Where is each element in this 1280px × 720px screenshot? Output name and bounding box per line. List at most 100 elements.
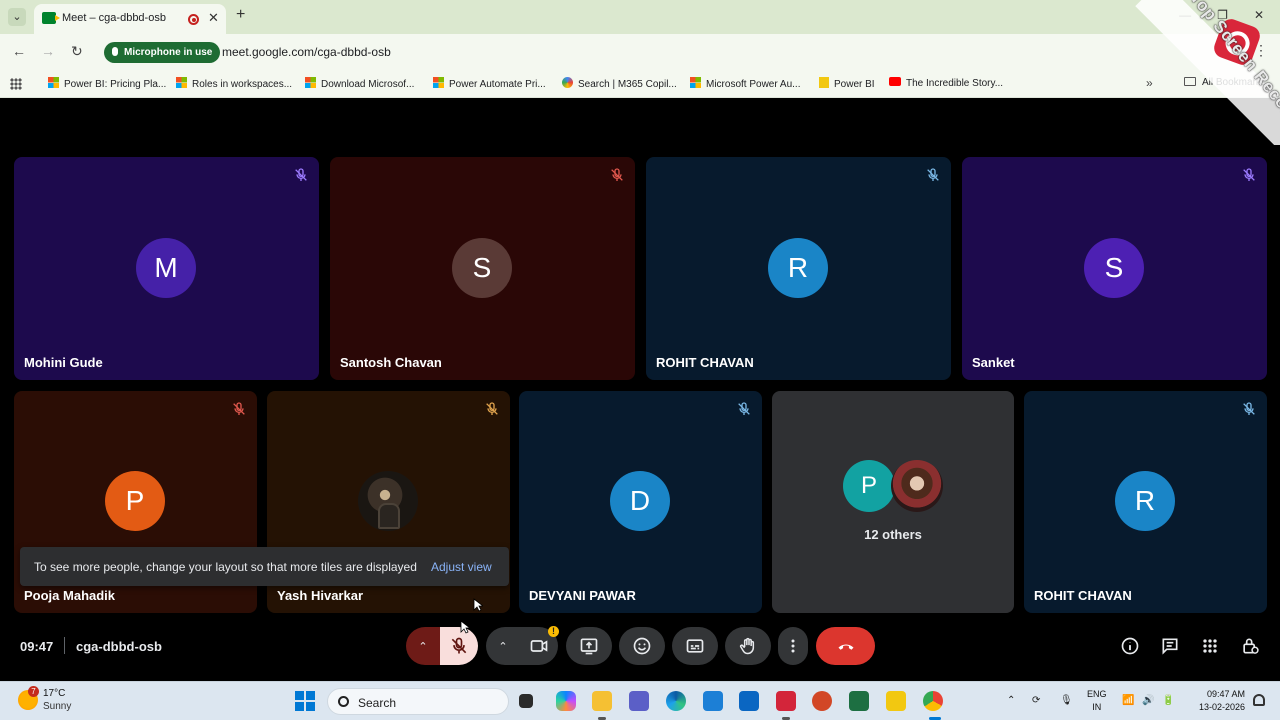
reload-icon[interactable]: ↻ bbox=[71, 43, 83, 60]
store-icon[interactable] bbox=[703, 691, 723, 711]
task-view-icon[interactable] bbox=[519, 694, 533, 708]
mic-muted-icon bbox=[609, 167, 625, 183]
window-controls: — ❐ ✕ bbox=[1179, 8, 1264, 22]
battery-icon[interactable]: 🔋 bbox=[1162, 695, 1174, 706]
file-explorer-icon[interactable] bbox=[592, 691, 612, 711]
adjust-view-button[interactable]: Adjust view bbox=[431, 560, 492, 574]
audio-options-caret-button[interactable]: ⌃ bbox=[406, 627, 440, 665]
windows-start-icon[interactable] bbox=[295, 691, 315, 711]
divider bbox=[64, 637, 65, 654]
reactions-button[interactable] bbox=[619, 627, 665, 665]
search-icon bbox=[338, 696, 349, 707]
chat-button[interactable] bbox=[1160, 636, 1180, 656]
new-tab-plus-icon[interactable]: + bbox=[236, 6, 245, 24]
bookmark-label: Power BI: Pricing Pla... bbox=[64, 79, 167, 90]
microsoft-icon bbox=[176, 77, 187, 88]
forward-arrow-icon[interactable]: → bbox=[41, 43, 55, 59]
leave-call-button[interactable] bbox=[816, 627, 875, 665]
participant-name: Sanket bbox=[972, 355, 1015, 370]
all-bookmarks[interactable]: All Bookmarks bbox=[1184, 77, 1266, 88]
volume-icon[interactable]: 🔊 bbox=[1142, 695, 1154, 706]
participant-name: Mohini Gude bbox=[24, 355, 103, 370]
participant-tile[interactable]: M Mohini Gude bbox=[14, 157, 319, 380]
weather-condition: Sunny bbox=[43, 701, 72, 712]
excel-icon[interactable] bbox=[849, 691, 869, 711]
teams-icon[interactable] bbox=[629, 691, 649, 711]
end-call-icon bbox=[838, 644, 853, 650]
tab-close-icon[interactable]: ✕ bbox=[208, 10, 219, 26]
meeting-details-button[interactable] bbox=[1120, 636, 1140, 656]
participant-tile[interactable]: S Santosh Chavan bbox=[330, 157, 635, 380]
microsoft-icon bbox=[48, 77, 59, 88]
more-bookmarks-chevron-icon[interactable]: » bbox=[1146, 76, 1153, 90]
raise-hand-button[interactable] bbox=[725, 627, 771, 665]
microphone-tray-icon[interactable]: 🎙 bbox=[1060, 695, 1073, 706]
apps-grid-icon bbox=[1203, 639, 1217, 653]
participant-tile[interactable]: R ROHIT CHAVAN bbox=[646, 157, 951, 380]
bookmark-item[interactable]: Download Microsof... bbox=[305, 77, 414, 90]
avatar: R bbox=[768, 238, 828, 298]
avatar: S bbox=[1084, 238, 1144, 298]
sync-icon[interactable]: ⟳ bbox=[1032, 695, 1040, 706]
mic-muted-icon bbox=[925, 167, 941, 183]
url-field[interactable]: meet.google.com/cga-dbbd-osb bbox=[222, 45, 391, 59]
input-language[interactable]: ENG IN bbox=[1087, 688, 1107, 714]
captions-button[interactable] bbox=[672, 627, 718, 665]
mic-muted-icon bbox=[736, 401, 752, 417]
weather-alert-badge: 7 bbox=[28, 686, 39, 697]
bookmark-item[interactable]: Roles in workspaces... bbox=[176, 77, 292, 90]
weather-temperature: 17°C bbox=[43, 688, 66, 699]
bookmarks-bar: Power BI: Pricing Pla... Roles in worksp… bbox=[0, 70, 1280, 98]
microphone-in-use-indicator[interactable]: Microphone in use bbox=[104, 42, 221, 63]
back-arrow-icon[interactable]: ← bbox=[12, 43, 26, 59]
browser-menu-icon[interactable]: ⋮ bbox=[1254, 42, 1268, 59]
browser-tab-meet[interactable]: Meet – cga-dbbd-osb ✕ bbox=[34, 4, 226, 34]
mic-muted-icon bbox=[1241, 401, 1257, 417]
host-controls-button[interactable] bbox=[1240, 636, 1260, 656]
more-options-button[interactable] bbox=[778, 627, 808, 665]
bookmark-item[interactable]: Power BI bbox=[819, 77, 875, 90]
camera-icon bbox=[530, 640, 548, 652]
profile-avatar[interactable] bbox=[1230, 42, 1250, 62]
activities-button[interactable] bbox=[1200, 636, 1220, 656]
clock-time: 09:47 AM bbox=[1206, 689, 1245, 699]
apps-grid-icon[interactable] bbox=[10, 78, 22, 90]
microphone-icon bbox=[112, 47, 118, 56]
chevron-up-icon: ⌃ bbox=[498, 640, 508, 653]
emoji-icon bbox=[633, 637, 651, 655]
participant-tile[interactable]: R ROHIT CHAVAN bbox=[1024, 391, 1267, 613]
bookmark-item[interactable]: Microsoft Power Au... bbox=[690, 77, 800, 90]
minimize-icon[interactable]: — bbox=[1179, 8, 1191, 22]
microphone-toggle-button[interactable] bbox=[440, 627, 478, 665]
edge-icon[interactable] bbox=[666, 691, 686, 711]
youtube-icon bbox=[889, 77, 901, 86]
meeting-clock: 09:47 bbox=[20, 639, 54, 654]
bookmark-item[interactable]: Power Automate Pri... bbox=[433, 77, 546, 90]
system-clock[interactable]: 09:47 AM 13-02-2026 bbox=[1190, 688, 1245, 714]
close-window-icon[interactable]: ✕ bbox=[1254, 8, 1264, 22]
power-bi-icon[interactable] bbox=[886, 691, 906, 711]
browser-tab-bar: ⌄ Meet – cga-dbbd-osb ✕ + — ❐ ✕ bbox=[0, 0, 1280, 34]
bookmark-item[interactable]: Search | M365 Copil... bbox=[562, 77, 677, 90]
participant-tile[interactable]: S Sanket bbox=[962, 157, 1267, 380]
participant-tile[interactable]: D DEVYANI PAWAR bbox=[519, 391, 762, 613]
tab-search-chevron-icon[interactable]: ⌄ bbox=[8, 8, 26, 26]
recorder-app-icon[interactable] bbox=[776, 691, 796, 711]
bookmark-item[interactable]: The Incredible Story... bbox=[889, 77, 1003, 89]
copilot-icon[interactable] bbox=[556, 691, 576, 711]
wifi-icon[interactable]: 📶 bbox=[1122, 695, 1134, 706]
info-icon bbox=[1121, 637, 1139, 655]
taskbar-search-box[interactable]: Search bbox=[327, 688, 509, 715]
all-bookmarks-label: All Bookmarks bbox=[1202, 77, 1266, 88]
notification-bell-icon[interactable] bbox=[1253, 694, 1265, 706]
present-screen-button[interactable] bbox=[566, 627, 612, 665]
power-automate-icon[interactable] bbox=[739, 691, 759, 711]
video-options-caret-button[interactable]: ⌃ bbox=[486, 627, 520, 665]
layout-hint-toast: To see more people, change your layout s… bbox=[20, 547, 509, 586]
show-hidden-icons-chevron-icon[interactable]: ⌃ bbox=[1007, 695, 1015, 706]
powerpoint-icon[interactable] bbox=[812, 691, 832, 711]
bookmark-item[interactable]: Power BI: Pricing Pla... bbox=[48, 77, 166, 90]
chrome-icon[interactable] bbox=[923, 691, 943, 711]
participant-name: Pooja Mahadik bbox=[24, 588, 116, 603]
maximize-icon[interactable]: ❐ bbox=[1217, 8, 1228, 22]
